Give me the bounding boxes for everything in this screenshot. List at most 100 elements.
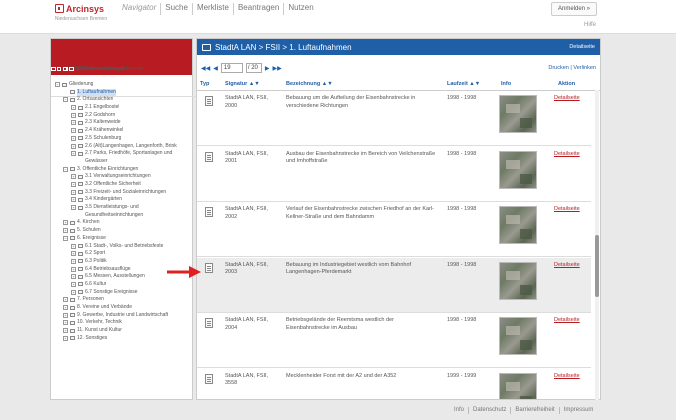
logo[interactable]: Arcinsys Niedersachsen Bremen bbox=[51, 4, 111, 28]
details-link[interactable]: Detailseite bbox=[554, 317, 580, 323]
aerial-photo-thumbnail[interactable] bbox=[499, 317, 537, 355]
tree-item[interactable]: +3.3 Freizeit- und Sozialeinrichtungen bbox=[55, 189, 191, 197]
aerial-photo-thumbnail[interactable] bbox=[499, 261, 537, 300]
tree-item[interactable]: − Gliederung bbox=[55, 81, 191, 89]
tree-item[interactable]: − 2. Ortsansichten bbox=[55, 96, 191, 104]
nav-nutzen[interactable]: Nutzen bbox=[283, 3, 317, 15]
expand-icon[interactable]: + bbox=[71, 128, 76, 134]
tree-item[interactable]: +2.3 Kaltenweide bbox=[55, 119, 191, 127]
tree-item[interactable]: +10. Verkehr, Technik bbox=[55, 319, 191, 327]
expand-icon[interactable]: + bbox=[63, 335, 68, 341]
details-link[interactable]: Detailseite bbox=[554, 206, 580, 212]
table-row[interactable]: StadtA LAN, FSII, 2004 Betriebsgelände de… bbox=[197, 313, 591, 368]
expand-icon[interactable]: + bbox=[71, 197, 76, 203]
table-row[interactable]: StadtA LAN, FSII, 2003 Bebauung im Indust… bbox=[197, 257, 591, 313]
tree-item[interactable]: +12. Sonstiges bbox=[55, 335, 191, 343]
collapse-icon[interactable]: − bbox=[63, 235, 68, 241]
table-row[interactable]: StadtA LAN, FSII, 2001 Ausbau der Eisenba… bbox=[197, 147, 591, 202]
footer-link-3[interactable]: Impressum bbox=[558, 407, 598, 414]
page-input[interactable]: 19 bbox=[220, 63, 243, 73]
tree-item[interactable]: +3.1 Verwaltungseinrichtungen bbox=[55, 173, 191, 181]
details-link[interactable]: Detailseite bbox=[554, 95, 580, 101]
footer-link-0[interactable]: Info bbox=[450, 407, 468, 414]
expand-icon[interactable]: + bbox=[71, 135, 76, 141]
tree-item[interactable]: +4. Kirchen bbox=[55, 219, 191, 227]
footer-link-2[interactable]: Barrierefreiheit bbox=[510, 407, 558, 414]
expand-icon[interactable]: + bbox=[63, 320, 68, 326]
expand-icon[interactable]: + bbox=[71, 281, 76, 287]
tree-item[interactable]: +6.7 Sonstige Ereignisse bbox=[55, 289, 191, 297]
expand-icon[interactable]: + bbox=[71, 258, 76, 264]
tree-item[interactable]: +2.6 (Alt)Langenhagen, Langenforth, Brin… bbox=[55, 143, 191, 151]
tree-item[interactable]: +8. Vereine und Verbände bbox=[55, 304, 191, 312]
expand-icon[interactable]: + bbox=[71, 274, 76, 280]
details-link[interactable]: Detailseite bbox=[554, 373, 580, 379]
nav-merkliste[interactable]: Merkliste bbox=[191, 3, 233, 15]
expand-icon[interactable]: + bbox=[71, 105, 76, 111]
collapse-icon[interactable]: − bbox=[55, 82, 60, 87]
expand-icon[interactable]: + bbox=[63, 297, 68, 303]
expand-icon[interactable]: + bbox=[63, 312, 68, 318]
details-link[interactable]: Detailseite bbox=[554, 151, 580, 157]
print-link[interactable]: Drucken bbox=[548, 65, 568, 71]
nav-beantragen[interactable]: Beantragen bbox=[232, 3, 283, 15]
tree-item[interactable]: +5. Schulen bbox=[55, 227, 191, 235]
expand-icon[interactable]: + bbox=[63, 328, 68, 334]
aerial-photo-thumbnail[interactable] bbox=[499, 150, 537, 189]
col-description[interactable]: Bezeichnung ▲▼ bbox=[286, 81, 333, 87]
expand-icon[interactable]: + bbox=[63, 220, 68, 226]
expand-icon[interactable]: + bbox=[71, 120, 76, 126]
expand-icon[interactable]: + bbox=[71, 181, 76, 187]
login-button[interactable]: Anmelden » bbox=[551, 2, 597, 16]
tree-item[interactable]: − 6. Ereignisse bbox=[55, 235, 191, 243]
expand-icon[interactable]: + bbox=[63, 305, 68, 310]
table-row[interactable]: StadtA LAN, FSII, 3558 Mecklenheider Fors… bbox=[197, 369, 591, 399]
expand-icon[interactable]: + bbox=[71, 289, 76, 295]
expand-icon[interactable]: + bbox=[71, 174, 76, 180]
col-signature[interactable]: Signatur ▲▼ bbox=[225, 81, 260, 87]
expand-icon[interactable]: + bbox=[71, 151, 76, 157]
tree-item[interactable]: +6.3 Politik bbox=[55, 258, 191, 266]
expand-icon[interactable]: + bbox=[71, 243, 76, 249]
scrollbar-thumb[interactable] bbox=[595, 235, 599, 297]
col-duration[interactable]: Laufzeit ▲▼ bbox=[447, 81, 480, 87]
next-page-icon[interactable]: ▶ bbox=[265, 65, 270, 72]
last-page-icon[interactable]: ▶▶ bbox=[272, 65, 281, 72]
prev-page-icon[interactable]: ◀ bbox=[213, 65, 218, 72]
tree-item[interactable]: +6.2 Sport bbox=[55, 250, 191, 258]
tree-item[interactable]: +6.1 Stadt-, Volks- und Betriebsfeste bbox=[55, 243, 191, 251]
tree-item[interactable]: +3.5 Dienstleistungs- und Gesundheitsein… bbox=[55, 204, 191, 219]
nav-suche[interactable]: Suche bbox=[160, 3, 192, 15]
tree-item[interactable]: +2.2 Godshorn bbox=[55, 112, 191, 120]
tree-item[interactable]: +3.2 Öffentliche Sicherheit bbox=[55, 181, 191, 189]
header-details-link[interactable]: Detailseite bbox=[569, 44, 595, 50]
link-link[interactable]: Verlinken bbox=[573, 65, 596, 71]
tree-item[interactable]: +2.5 Schulenburg bbox=[55, 135, 191, 143]
first-page-icon[interactable]: ◀◀ bbox=[201, 65, 210, 72]
table-row[interactable]: StadtA LAN, FSII, 2002 Verlauf der Eisenb… bbox=[197, 202, 591, 257]
details-link[interactable]: Detailseite bbox=[554, 262, 580, 268]
tree-item[interactable]: +11. Kunst und Kultur bbox=[55, 327, 191, 335]
footer-link-1[interactable]: Datenschutz bbox=[468, 407, 510, 414]
aerial-photo-thumbnail[interactable] bbox=[499, 95, 537, 133]
expand-icon[interactable]: + bbox=[71, 112, 76, 118]
tree-item[interactable]: − 3. Öffentliche Einrichtungen bbox=[55, 166, 191, 174]
collapse-icon[interactable]: − bbox=[63, 166, 68, 172]
tree-item[interactable]: +9. Gewerbe, Industrie und Landwirtschaf… bbox=[55, 312, 191, 320]
expand-icon[interactable]: + bbox=[71, 189, 76, 195]
tree-item[interactable]: +7. Personen bbox=[55, 296, 191, 304]
tree-item[interactable]: +2.7 Parks, Friedhöfe, Sportanlagen und … bbox=[55, 150, 191, 165]
tree-item[interactable]: +2.4 Krähenwinkel bbox=[55, 127, 191, 135]
expand-icon[interactable]: + bbox=[71, 251, 76, 257]
expand-icon[interactable]: + bbox=[71, 205, 76, 211]
expand-icon[interactable]: + bbox=[63, 228, 68, 234]
nav-navigator[interactable]: Navigator bbox=[120, 3, 160, 15]
tree-item[interactable]: 1. Luftaufnahmen bbox=[55, 88, 191, 97]
help-link[interactable]: Hilfe bbox=[584, 22, 596, 28]
tree-item[interactable]: +2.1 Engelbostel bbox=[55, 104, 191, 112]
tree-item[interactable]: +3.4 Kindergärten bbox=[55, 196, 191, 204]
collapse-icon[interactable]: − bbox=[63, 97, 68, 103]
tree-item[interactable]: +6.6 Kultur bbox=[55, 281, 191, 289]
expand-icon[interactable]: + bbox=[71, 266, 76, 272]
table-row[interactable]: StadtA LAN, FSII, 2000 Bebauung um die Au… bbox=[197, 91, 591, 146]
